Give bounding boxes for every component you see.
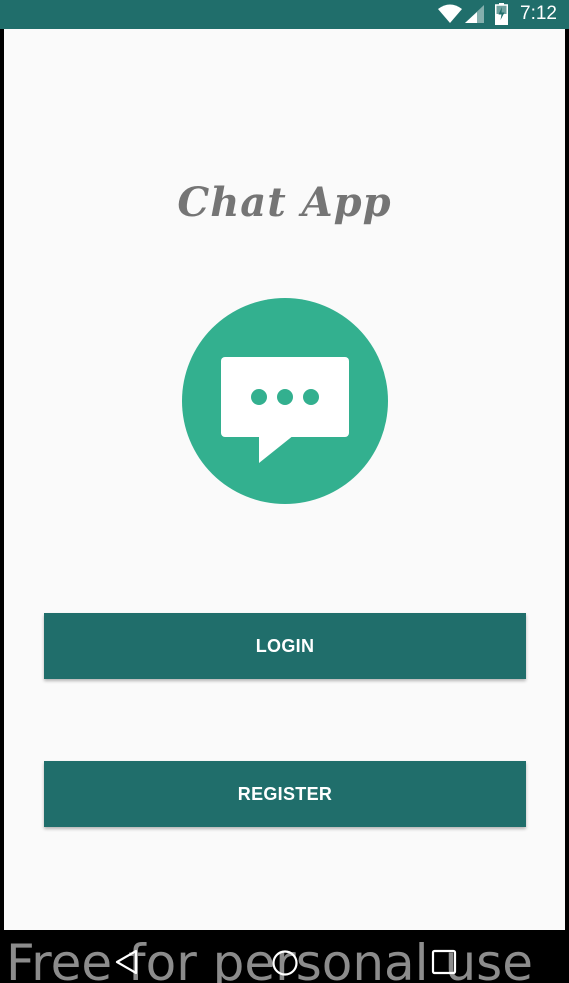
home-icon[interactable] <box>271 949 299 977</box>
status-time: 7:12 <box>520 3 557 24</box>
battery-icon <box>495 3 508 25</box>
wifi-icon <box>438 4 462 23</box>
chat-bubble-icon <box>221 357 349 463</box>
app-screen: 7:12 Chat App LOGIN REGISTER Free for pe… <box>0 0 569 983</box>
cell-signal-icon <box>465 5 484 23</box>
app-logo <box>182 298 388 504</box>
app-title: Chat App <box>177 179 392 226</box>
register-button[interactable]: REGISTER <box>44 761 526 827</box>
main-content: Chat App LOGIN REGISTER <box>4 29 565 930</box>
recents-icon[interactable] <box>431 949 457 975</box>
back-icon[interactable] <box>114 949 140 975</box>
login-button[interactable]: LOGIN <box>44 613 526 679</box>
status-bar: 7:12 <box>0 0 569 29</box>
navigation-bar: Free for personal use <box>0 930 569 983</box>
